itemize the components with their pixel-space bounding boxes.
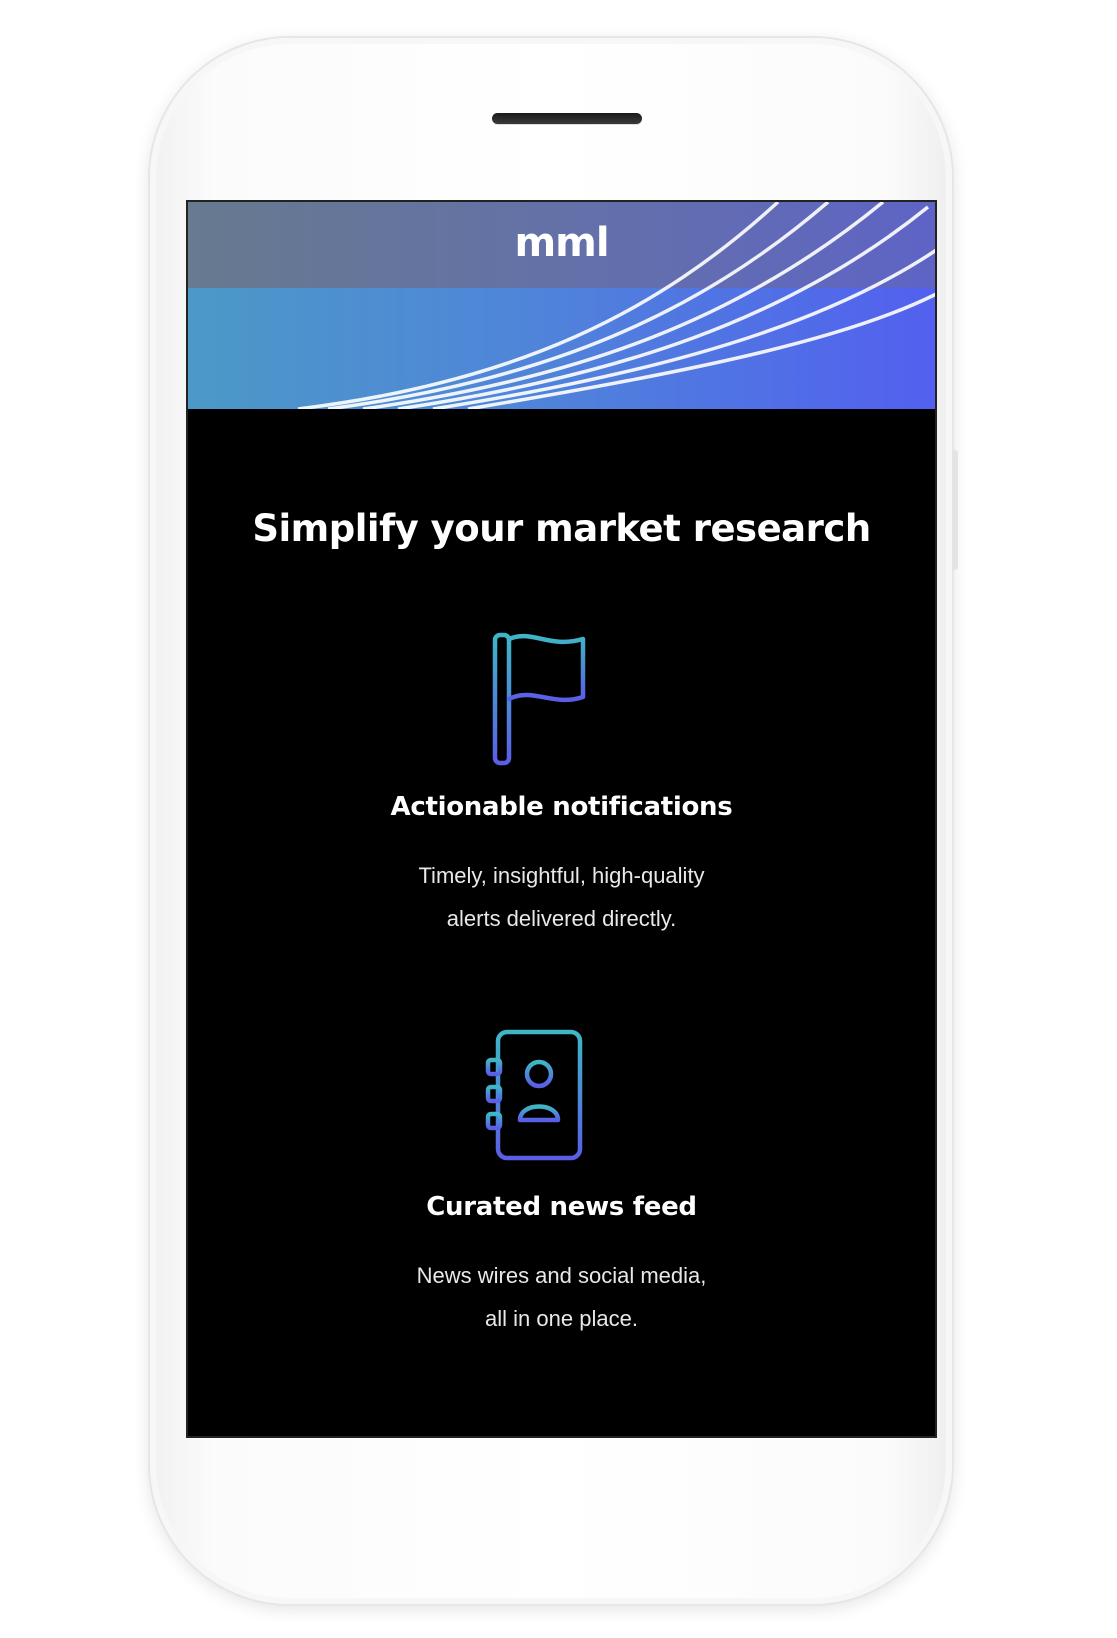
phone-screen: mml Simplify your market research Action…: [188, 202, 935, 1436]
feature-title-news-feed: Curated news feed: [426, 1192, 697, 1222]
description-line: News wires and social media,: [416, 1263, 707, 1288]
description-line: Timely, insightful, high-quality: [418, 863, 705, 888]
phone-side-button: [952, 450, 958, 570]
contact-book-icon: [485, 1029, 583, 1161]
flag-icon: [492, 632, 586, 766]
feature-description-notifications: Timely, insightful, high-quality alerts …: [188, 854, 935, 940]
description-line: all in one place.: [485, 1306, 638, 1331]
header-banner: mml: [188, 202, 935, 409]
app-logo[interactable]: mml: [188, 220, 935, 266]
page-title: Simplify your market research: [252, 507, 871, 550]
feature-description-news-feed: News wires and social media, all in one …: [188, 1254, 935, 1340]
feature-title-notifications: Actionable notifications: [390, 792, 733, 822]
phone-speaker: [492, 113, 642, 124]
description-line: alerts delivered directly.: [446, 906, 677, 931]
